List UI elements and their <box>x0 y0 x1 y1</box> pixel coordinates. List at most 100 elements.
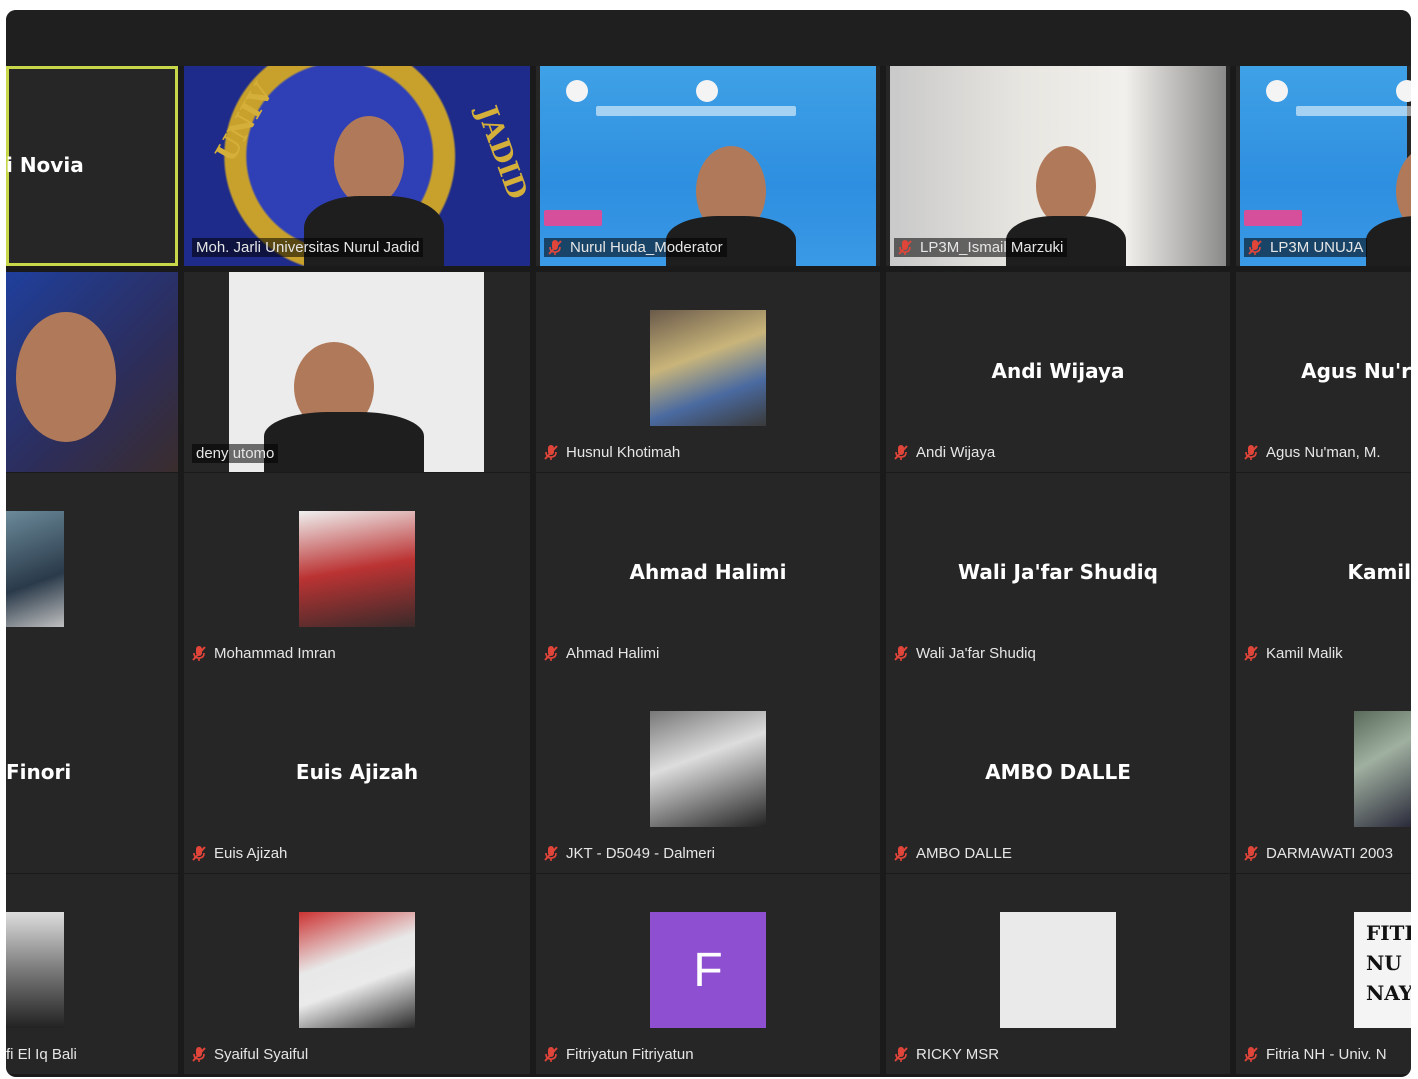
logo-icon <box>566 80 588 102</box>
participant-tile[interactable]: Euis Ajizah Euis Ajizah <box>184 673 530 873</box>
participant-name-label: Ahmad Halimi <box>544 645 659 662</box>
participant-name-text: DARMAWATI 2003 <box>1266 845 1393 862</box>
participant-photo <box>650 310 766 426</box>
logo-icon <box>1266 80 1288 102</box>
participant-avatar: F <box>650 912 766 1028</box>
participant-name-label: Kamil Malik <box>1244 645 1343 662</box>
participant-display-name: Agus Nu'r <box>1301 359 1411 383</box>
muted-mic-icon <box>1244 846 1258 861</box>
participant-name-text: Agus Nu'man, M. <box>1266 444 1381 461</box>
participant-tile[interactable]: Ahmad Halimi Ahmad Halimi <box>536 473 880 673</box>
participant-name-text: Syaiful Syaiful <box>214 1046 309 1063</box>
participant-name-label: deny utomo <box>192 444 279 463</box>
participant-tile[interactable]: Wali Ja'far Shudiq Wali Ja'far Shudiq <box>886 473 1230 673</box>
participant-face <box>1036 146 1096 226</box>
participant-tile[interactable] <box>6 473 178 673</box>
participant-name-label: DARMAWATI 2003 <box>1244 845 1393 862</box>
muted-mic-icon <box>192 646 206 661</box>
participant-name-label: Agus Nu'man, M. <box>1244 444 1381 461</box>
participant-name-text: JKT - D5049 - Dalmeri <box>566 845 715 862</box>
participant-tile[interactable]: RICKY MSR <box>886 874 1230 1074</box>
participant-display-name: AMBO DALLE <box>985 760 1131 784</box>
participant-name-text: Moh. Jarli Universitas Nurul Jadid <box>196 239 420 256</box>
participant-display-name: Wali Ja'far Shudiq <box>958 560 1158 584</box>
participant-name-label: Syaiful Syaiful <box>192 1046 308 1063</box>
participant-tile[interactable]: fi El Iq Bali <box>6 874 178 1074</box>
participant-name-label: Euis Ajizah <box>192 845 287 862</box>
participant-tile[interactable]: FITI NU NAY Fitria NH - Univ. N <box>1236 874 1411 1074</box>
muted-mic-icon <box>544 1047 558 1062</box>
participant-name-text: Euis Ajizah <box>214 845 288 862</box>
participant-tile[interactable]: Andi Wijaya Andi Wijaya <box>886 272 1230 472</box>
participant-face <box>16 312 116 442</box>
muted-mic-icon <box>1244 646 1258 661</box>
participant-display-name: Andi Wijaya <box>991 359 1125 383</box>
participant-tile[interactable]: Agus Nu'r Agus Nu'man, M. <box>1236 272 1411 472</box>
muted-mic-icon <box>894 646 908 661</box>
participant-tile[interactable]: LP3M_Ismail Marzuki <box>886 66 1230 266</box>
muted-mic-icon <box>548 240 562 255</box>
participant-photo <box>299 912 415 1028</box>
participant-photo <box>1354 711 1411 827</box>
participant-tile[interactable]: deny utomo <box>184 272 530 472</box>
participant-name-label: Mohammad Imran <box>192 645 336 662</box>
participant-name-label: Wali Ja'far Shudiq <box>894 645 1036 662</box>
participant-display-name: Euis Ajizah <box>295 760 419 784</box>
participant-tile[interactable]: LP3M UNUJA <box>1236 66 1411 266</box>
participant-name-label: AMBO DALLE <box>894 845 1012 862</box>
participant-name-text: LP3M UNUJA <box>1270 239 1364 256</box>
banner-badge <box>544 210 602 226</box>
participant-profile-card: FITI NU NAY <box>1354 912 1411 1028</box>
participant-tile[interactable]: Nurul Huda_Moderator <box>536 66 880 266</box>
participant-tile[interactable]: UNIV JADID Moh. Jarli Universitas Nurul Ja… <box>184 66 530 266</box>
card-line: NU <box>1366 951 1402 975</box>
participant-name-text: RICKY MSR <box>916 1046 1000 1063</box>
participant-name-text: Ahmad Halimi <box>566 645 660 662</box>
logo-icon <box>1396 80 1411 102</box>
logo-icon <box>696 80 718 102</box>
participant-name-label: Fitriyatun Fitriyatun <box>544 1046 694 1063</box>
participant-name-label: Husnul Khotimah <box>544 444 680 461</box>
participant-photo <box>6 511 64 627</box>
participant-tile[interactable]: JKT - D5049 - Dalmeri <box>536 673 880 873</box>
participant-name-label: Fitria NH - Univ. N <box>1244 1046 1387 1063</box>
muted-mic-icon <box>544 646 558 661</box>
participant-photo <box>650 711 766 827</box>
participant-tile[interactable]: Finori <box>6 673 178 873</box>
participant-tile[interactable]: Kamil Kamil Malik <box>1236 473 1411 673</box>
muted-mic-icon <box>1248 240 1262 255</box>
muted-mic-icon <box>544 445 558 460</box>
muted-mic-icon <box>898 240 912 255</box>
muted-mic-icon <box>544 846 558 861</box>
participant-tile[interactable]: AMBO DALLE AMBO DALLE <box>886 673 1230 873</box>
participant-name-text: deny utomo <box>196 445 275 462</box>
muted-mic-icon <box>1244 1047 1258 1062</box>
top-bar <box>6 10 1411 66</box>
muted-mic-icon <box>1244 445 1258 460</box>
participant-tile[interactable]: Husnul Khotimah <box>536 272 880 472</box>
participant-photo <box>6 912 64 1028</box>
participant-tile[interactable]: F Fitriyatun Fitriyatun <box>536 874 880 1074</box>
participant-face <box>334 116 404 206</box>
participant-name-text: Kamil Malik <box>1266 645 1343 662</box>
participant-name-label: RICKY MSR <box>894 1046 999 1063</box>
participant-name-text: AMBO DALLE <box>916 845 1012 862</box>
participant-tile[interactable]: Syaiful Syaiful <box>184 874 530 1074</box>
participant-name-label: Moh. Jarli Universitas Nurul Jadid <box>192 238 424 257</box>
participant-name-text: Fitriyatun Fitriyatun <box>566 1046 694 1063</box>
participant-tile[interactable] <box>6 272 178 472</box>
participant-tile[interactable]: DARMAWATI 2003 <box>1236 673 1411 873</box>
participant-name-label: LP3M UNUJA <box>1244 238 1368 257</box>
participant-tile[interactable]: i Novia <box>6 66 178 266</box>
muted-mic-icon <box>192 846 206 861</box>
participant-photo <box>299 511 415 627</box>
banner-strip <box>596 106 796 116</box>
participant-tile[interactable]: Mohammad Imran <box>184 473 530 673</box>
participant-name-label: fi El Iq Bali <box>6 1046 77 1063</box>
participant-name-text: LP3M_Ismail Marzuki <box>920 239 1064 256</box>
participant-display-name: Ahmad Halimi <box>629 560 787 584</box>
participant-name-text: Mohammad Imran <box>214 645 336 662</box>
participant-name-text: Wali Ja'far Shudiq <box>916 645 1036 662</box>
muted-mic-icon <box>894 1047 908 1062</box>
participant-display-name: Finori <box>6 760 72 784</box>
